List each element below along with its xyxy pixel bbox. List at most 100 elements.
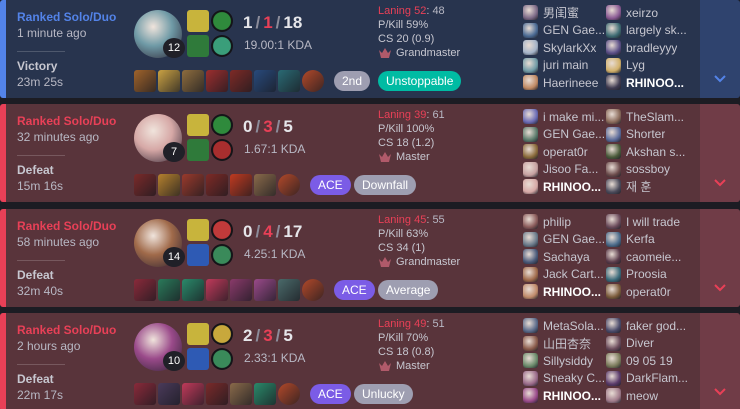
player-row[interactable]: bradleyyy (606, 39, 696, 57)
player-row[interactable]: Shorter (606, 126, 696, 144)
player-row[interactable]: 男闺蜜 (523, 4, 613, 22)
rune-icon[interactable] (211, 10, 233, 32)
rune-icon[interactable] (211, 219, 233, 241)
summoner-spell-icon[interactable] (187, 114, 209, 136)
player-name[interactable]: Proosia (626, 267, 667, 281)
player-row[interactable]: RHINOO... (523, 283, 613, 301)
player-name[interactable]: GEN Gae... (543, 127, 605, 141)
item-icon[interactable] (182, 70, 204, 92)
player-row[interactable]: SkylarkXx (523, 39, 613, 57)
item-icon[interactable] (278, 70, 300, 92)
expand-button[interactable] (700, 0, 740, 98)
player-name[interactable]: 재 훈 (626, 178, 651, 195)
player-name[interactable]: DarkFlam... (626, 371, 688, 385)
player-row[interactable]: largely sk... (606, 22, 696, 40)
player-name[interactable]: RHINOO... (543, 389, 601, 403)
player-row[interactable]: sossboy (606, 161, 696, 179)
player-row[interactable]: juri main (523, 57, 613, 75)
player-name[interactable]: i make mi... (543, 110, 604, 124)
summoner-spell-icon[interactable] (187, 348, 209, 370)
player-row[interactable]: meow (606, 387, 696, 405)
item-icon[interactable] (206, 383, 228, 405)
player-row[interactable]: operat0r (523, 143, 613, 161)
rune-icon[interactable] (211, 244, 233, 266)
player-row[interactable]: Jack Cart... (523, 266, 613, 284)
player-name[interactable]: Jisoo Fa... (543, 162, 598, 176)
summoner-spell-icon[interactable] (187, 139, 209, 161)
player-name[interactable]: operat0r (543, 145, 588, 159)
item-icon[interactable] (278, 279, 300, 301)
player-name[interactable]: MetaSola... (543, 319, 604, 333)
item-icon[interactable] (158, 383, 180, 405)
player-row[interactable]: GEN Gae... (523, 126, 613, 144)
rune-icon[interactable] (211, 35, 233, 57)
player-row[interactable]: Akshan s... (606, 143, 696, 161)
item-icon[interactable] (230, 174, 252, 196)
player-row[interactable]: RHINOO... (523, 178, 613, 196)
expand-button[interactable] (700, 209, 740, 307)
player-name[interactable]: RHINOO... (626, 76, 684, 90)
summoner-spell-icon[interactable] (187, 219, 209, 241)
match-card[interactable]: Ranked Solo/Duo 1 minute ago Victory 23m 25… (0, 0, 740, 98)
expand-button[interactable] (700, 104, 740, 202)
player-row[interactable]: 山田杏奈 (523, 335, 613, 353)
ward-icon[interactable] (278, 383, 300, 405)
player-row[interactable]: operat0r (606, 283, 696, 301)
player-name[interactable]: Lyg (626, 58, 645, 72)
match-card[interactable]: Ranked Solo/Duo 32 minutes ago Defeat 15m 1… (0, 104, 740, 202)
item-icon[interactable] (254, 279, 276, 301)
item-icon[interactable] (158, 279, 180, 301)
item-icon[interactable] (230, 383, 252, 405)
player-row[interactable]: philip (523, 213, 613, 231)
player-row[interactable]: Sillysiddy (523, 352, 613, 370)
player-row[interactable]: Jisoo Fa... (523, 161, 613, 179)
player-name[interactable]: philip (543, 215, 571, 229)
ward-icon[interactable] (302, 70, 324, 92)
item-icon[interactable] (254, 70, 276, 92)
player-name[interactable]: Sneaky C... (543, 371, 605, 385)
expand-button[interactable] (700, 313, 740, 409)
player-name[interactable]: 山田杏奈 (543, 335, 591, 352)
item-icon[interactable] (182, 383, 204, 405)
player-name[interactable]: caomeie... (626, 250, 681, 264)
player-row[interactable]: GEN Gae... (523, 22, 613, 40)
player-row[interactable]: DarkFlam... (606, 370, 696, 388)
item-icon[interactable] (182, 279, 204, 301)
item-icon[interactable] (158, 70, 180, 92)
item-icon[interactable] (134, 383, 156, 405)
player-name[interactable]: Sillysiddy (543, 354, 593, 368)
player-name[interactable]: Haerineee (543, 76, 598, 90)
rune-icon[interactable] (211, 348, 233, 370)
item-icon[interactable] (206, 70, 228, 92)
player-name[interactable]: 男闺蜜 (543, 4, 579, 21)
player-name[interactable]: Sachaya (543, 250, 590, 264)
player-row[interactable]: I will trade (606, 213, 696, 231)
player-name[interactable]: Jack Cart... (543, 267, 604, 281)
player-row[interactable]: Haerineee (523, 74, 613, 92)
player-row[interactable]: i make mi... (523, 108, 613, 126)
item-icon[interactable] (134, 174, 156, 196)
rune-icon[interactable] (211, 323, 233, 345)
item-icon[interactable] (206, 174, 228, 196)
item-icon[interactable] (254, 174, 276, 196)
player-name[interactable]: faker god... (626, 319, 686, 333)
summoner-spell-icon[interactable] (187, 35, 209, 57)
player-row[interactable]: MetaSola... (523, 317, 613, 335)
summoner-spell-icon[interactable] (187, 10, 209, 32)
player-name[interactable]: Kerfa (626, 232, 655, 246)
item-icon[interactable] (206, 279, 228, 301)
player-name[interactable]: juri main (543, 58, 588, 72)
player-row[interactable]: Diver (606, 335, 696, 353)
player-name[interactable]: GEN Gae... (543, 232, 605, 246)
player-name[interactable]: xeirzo (626, 6, 658, 20)
player-row[interactable]: GEN Gae... (523, 231, 613, 249)
item-icon[interactable] (182, 174, 204, 196)
player-row[interactable]: Kerfa (606, 231, 696, 249)
player-name[interactable]: bradleyyy (626, 41, 677, 55)
player-name[interactable]: sossboy (626, 162, 670, 176)
player-row[interactable]: Lyg (606, 57, 696, 75)
player-name[interactable]: RHINOO... (543, 285, 601, 299)
player-row[interactable]: caomeie... (606, 248, 696, 266)
player-name[interactable]: I will trade (626, 215, 680, 229)
player-row[interactable]: Sachaya (523, 248, 613, 266)
